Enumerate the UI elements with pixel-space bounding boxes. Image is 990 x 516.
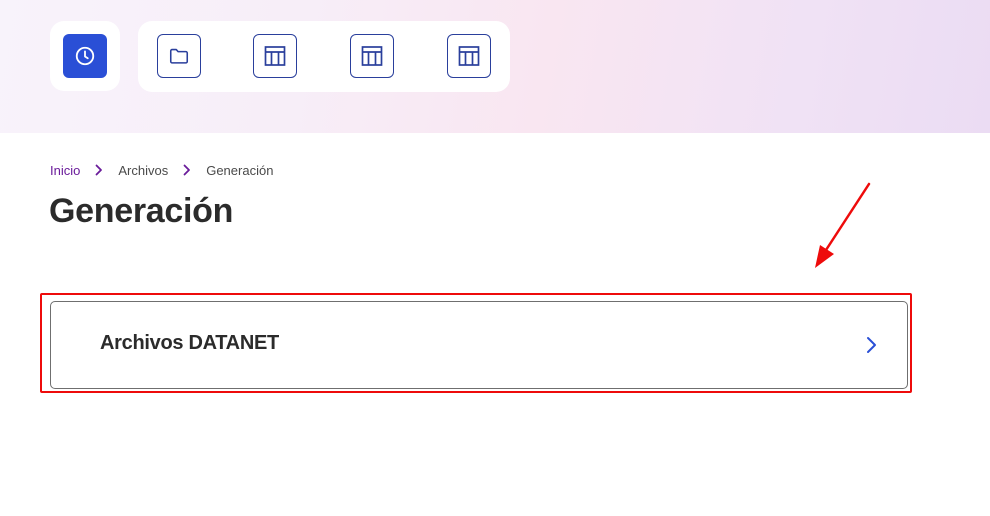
breadcrumb-item-current: Generación [206, 162, 274, 178]
breadcrumb-item-archivos[interactable]: Archivos [118, 163, 168, 178]
quick-access-active-card [50, 21, 120, 91]
breadcrumb-item-inicio[interactable]: Inicio [50, 163, 80, 178]
table-icon [361, 46, 383, 66]
annotation-arrow-icon [815, 182, 871, 268]
folder-icon [169, 48, 189, 64]
chevron-right-icon [182, 164, 192, 176]
breadcrumb: Inicio Archivos Generación [50, 161, 273, 179]
history-button[interactable] [63, 34, 107, 78]
chevron-right-icon [865, 335, 877, 360]
page-title: Generación [49, 192, 234, 230]
header-banner [0, 0, 990, 133]
table-icon [458, 46, 480, 66]
table-icon [264, 46, 286, 66]
option-label: Archivos DATANET [100, 332, 279, 354]
table-button-3[interactable] [447, 34, 491, 78]
clock-icon [75, 46, 95, 66]
option-archivos-datanet[interactable]: Archivos DATANET [50, 301, 908, 389]
chevron-right-icon [94, 164, 104, 176]
quick-access-toolbar [138, 21, 510, 92]
table-button-2[interactable] [350, 34, 394, 78]
table-button-1[interactable] [253, 34, 297, 78]
folder-button[interactable] [157, 34, 201, 78]
